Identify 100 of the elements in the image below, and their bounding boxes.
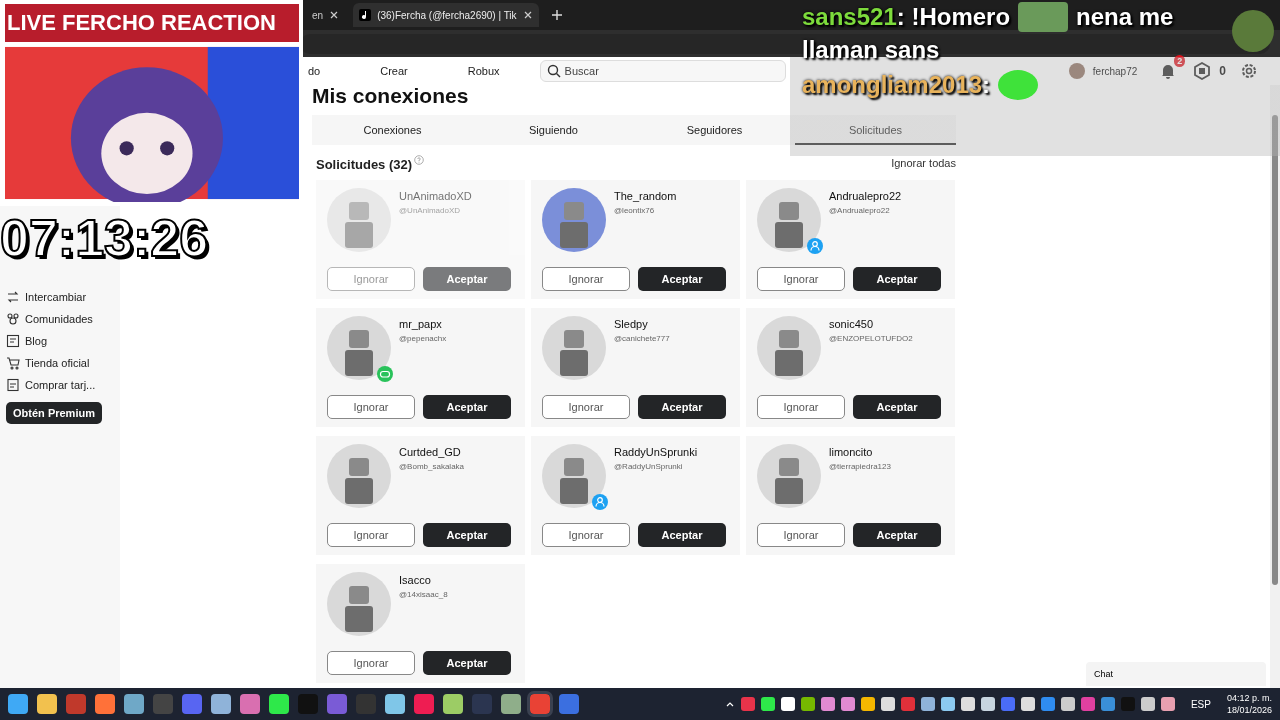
tab[interactable]: Conexiones — [312, 115, 473, 145]
app-icon[interactable] — [559, 694, 579, 714]
app-icon[interactable] — [95, 694, 115, 714]
settings-icon[interactable] — [1240, 62, 1258, 80]
avatar-drawing[interactable] — [757, 188, 821, 252]
new-tab-icon[interactable] — [550, 9, 563, 21]
tab[interactable]: Siguiendo — [473, 115, 634, 145]
tray-icon[interactable] — [1140, 697, 1155, 711]
tray-icon[interactable] — [980, 697, 995, 711]
browser-tab[interactable]: (36)Fercha (@fercha2690) | Tik — [353, 3, 539, 27]
app-icon[interactable] — [414, 694, 434, 714]
accept-button[interactable]: Aceptar — [423, 395, 511, 419]
sidebar-item[interactable]: Comunidades — [6, 312, 114, 326]
app-icon[interactable] — [530, 694, 550, 714]
avatar-drawing[interactable] — [542, 316, 606, 380]
app-icon[interactable] — [443, 694, 463, 714]
language-indicator[interactable]: ESP — [1190, 698, 1211, 710]
accept-button[interactable]: Aceptar — [638, 523, 726, 547]
ignore-button[interactable]: Ignorar — [327, 395, 415, 419]
sidebar-item[interactable]: Comprar tarj... — [6, 378, 114, 392]
sidebar-item[interactable]: Tienda oficial — [6, 356, 114, 370]
scrollbar[interactable] — [1270, 85, 1280, 688]
tray-icon[interactable] — [800, 697, 815, 711]
close-icon[interactable] — [329, 10, 340, 20]
tray-icon[interactable] — [940, 697, 955, 711]
app-icon[interactable] — [124, 694, 144, 714]
user-name[interactable]: limoncito — [829, 446, 891, 458]
accept-button[interactable]: Aceptar — [423, 523, 511, 547]
currency-icon[interactable] — [1193, 62, 1212, 80]
avatar-drawing[interactable] — [542, 188, 606, 252]
tray-icon[interactable] — [760, 697, 775, 711]
tray-icon[interactable] — [1060, 697, 1075, 711]
currency-balance: 0 — [1219, 64, 1226, 78]
arrows-icon — [6, 290, 20, 304]
tray-icon[interactable] — [960, 697, 975, 711]
app-icon[interactable] — [240, 694, 260, 714]
user-name[interactable]: The_random — [614, 190, 677, 202]
nav-link[interactable]: Robux — [467, 65, 500, 77]
avatar-circle[interactable] — [1068, 63, 1085, 79]
chat-username: amongliam2013 — [802, 71, 983, 99]
tray-icon[interactable] — [780, 697, 795, 711]
ignore-button[interactable]: Ignorar — [542, 267, 630, 291]
avatar-drawing[interactable] — [757, 444, 821, 508]
avatar-drawing[interactable] — [327, 316, 391, 380]
close-icon[interactable] — [522, 10, 533, 20]
app-icon[interactable] — [182, 694, 202, 714]
document-icon — [6, 334, 20, 348]
nav-link[interactable]: do — [308, 65, 321, 77]
user-name[interactable]: mr_papx — [399, 318, 447, 330]
browser-tab[interactable]: en — [306, 3, 346, 27]
app-icon[interactable] — [385, 694, 405, 714]
accept-button[interactable]: Aceptar — [638, 267, 726, 291]
app-icon[interactable] — [501, 694, 521, 714]
premium-button[interactable]: Obtén Premium — [6, 402, 102, 424]
avatar-drawing[interactable] — [757, 316, 821, 380]
user-handle: @Bomb_sakalaka — [399, 462, 465, 471]
tray-icon[interactable] — [820, 697, 835, 711]
person-icon — [592, 494, 608, 510]
chat-widget[interactable]: Chat — [1086, 662, 1266, 686]
user-name[interactable]: Sledpy — [614, 318, 670, 330]
user-handle: @14xisaac_8 — [399, 590, 448, 599]
tray-icon[interactable] — [860, 697, 875, 711]
app-icon[interactable] — [37, 694, 57, 714]
avatar-drawing[interactable] — [327, 444, 391, 508]
ignore-button[interactable]: Ignorar — [327, 651, 415, 675]
user-name[interactable]: sonic450 — [829, 318, 913, 330]
user-name[interactable]: Curtded_GD — [399, 446, 465, 458]
search-field[interactable]: Buscar — [539, 60, 786, 82]
nav-link[interactable]: Crear — [380, 65, 408, 77]
tab[interactable]: Solicitudes — [795, 115, 956, 145]
sidebar-item[interactable]: Intercambiar — [6, 290, 114, 304]
avatar-drawing[interactable] — [327, 572, 391, 636]
accept-button[interactable]: Aceptar — [853, 395, 941, 419]
accept-button[interactable]: Aceptar — [638, 395, 726, 419]
accept-button[interactable]: Aceptar — [853, 523, 941, 547]
app-icon[interactable] — [269, 694, 289, 714]
tray-icon[interactable] — [1020, 697, 1035, 711]
avatar-drawing[interactable] — [542, 444, 606, 508]
ignore-button[interactable]: Ignorar — [757, 523, 845, 547]
ignore-button[interactable]: Ignorar — [327, 523, 415, 547]
ignore-button[interactable]: Ignorar — [542, 395, 630, 419]
app-icon[interactable] — [8, 694, 28, 714]
ignore-button[interactable]: Ignorar — [757, 267, 845, 291]
clock[interactable]: 04:12 p. m. 18/01/2026 — [1226, 692, 1272, 716]
tray-icon[interactable] — [920, 697, 935, 711]
tray-icon[interactable] — [840, 697, 855, 711]
ignore-button[interactable]: Ignorar — [542, 523, 630, 547]
ignore-button[interactable]: Ignorar — [757, 395, 845, 419]
ignore-all-link[interactable]: Ignorar todas — [891, 157, 956, 169]
user-name[interactable]: RaddyUnSprunki — [614, 446, 698, 458]
app-icon[interactable] — [327, 694, 347, 714]
accept-button[interactable]: Aceptar — [853, 267, 941, 291]
sidebar-item[interactable]: Blog — [6, 334, 114, 348]
user-name[interactable]: Isacco — [399, 574, 448, 586]
tray-icon[interactable] — [880, 697, 895, 711]
tray-icon[interactable] — [1160, 697, 1175, 711]
username[interactable]: ferchap72 — [1092, 65, 1138, 77]
accept-button[interactable]: Aceptar — [423, 651, 511, 675]
user-name[interactable]: Andrualepro22 — [829, 190, 902, 202]
app-icon[interactable] — [211, 694, 231, 714]
